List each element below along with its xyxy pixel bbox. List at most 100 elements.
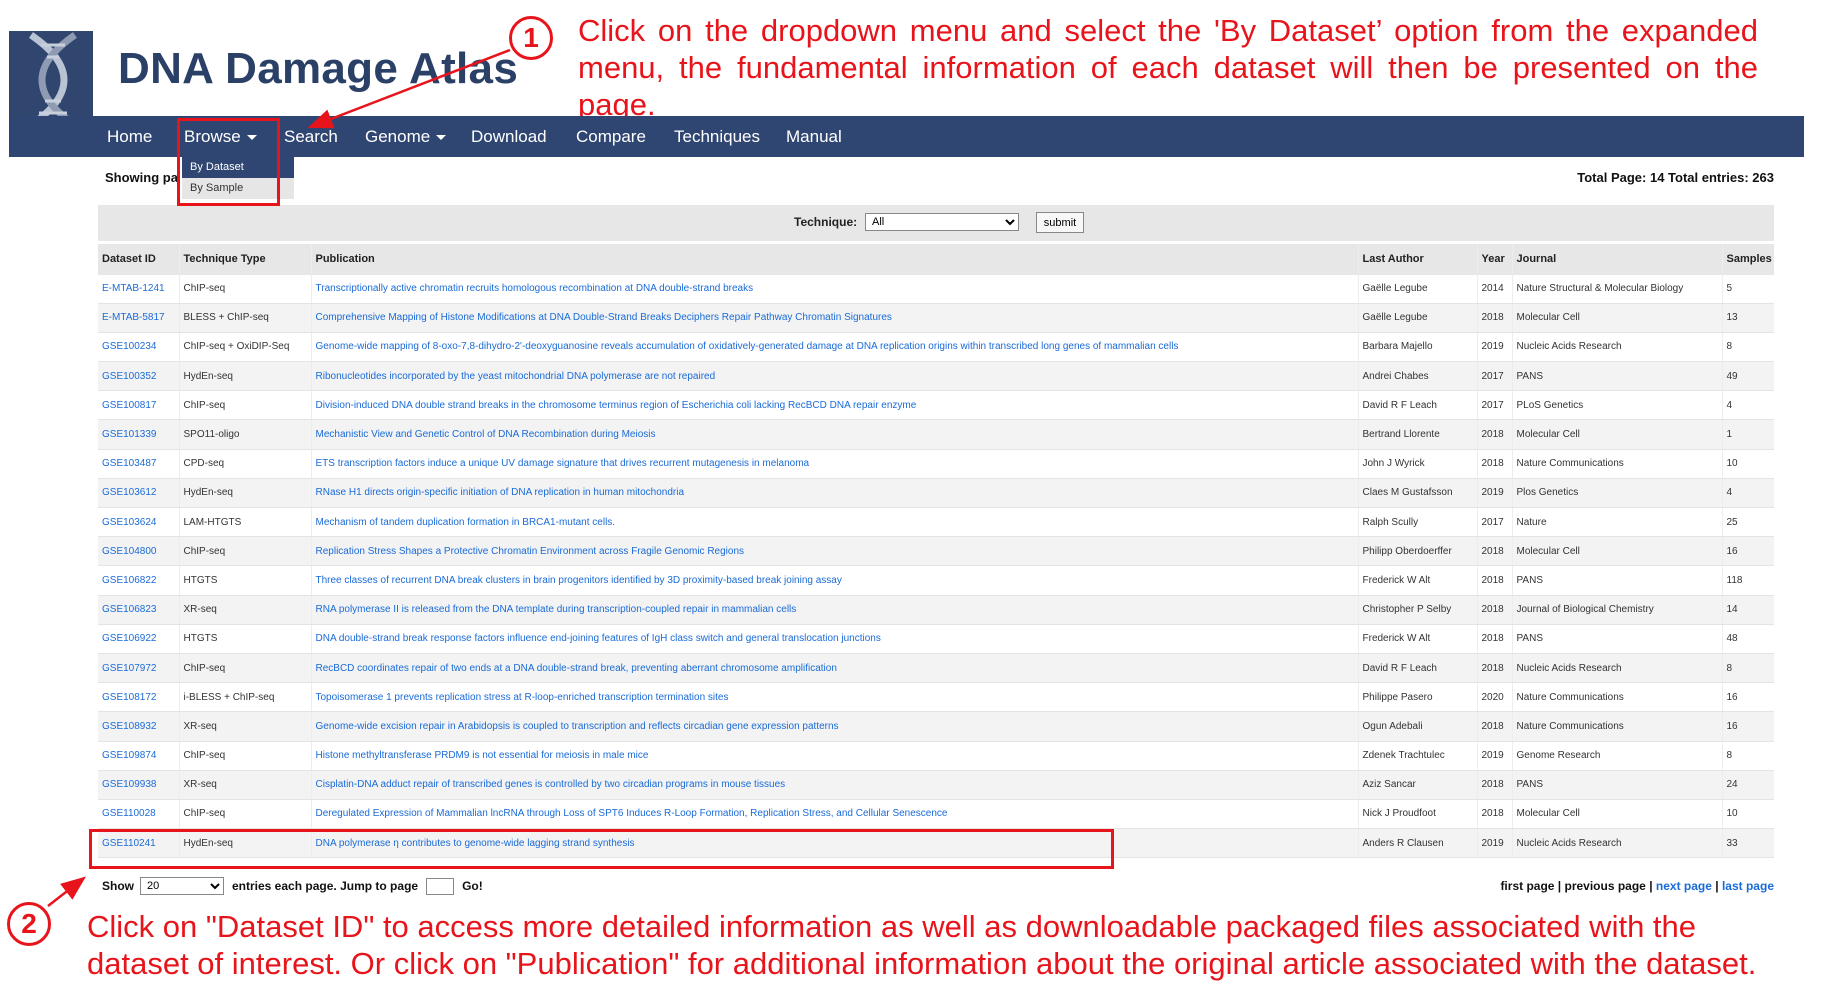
publication-link[interactable]: Mechanism of tandem duplication formatio… [316,517,616,528]
nav-home[interactable]: Home [107,116,152,157]
dataset-id-link[interactable]: GSE106922 [102,633,157,644]
table-row: GSE103487 CPD-seq ETS transcription factor… [98,449,1774,479]
nav-techniques[interactable]: Techniques [674,116,760,157]
nav-browse-dropdown[interactable]: Browse [184,116,257,157]
dataset-id-link[interactable]: GSE101339 [102,429,157,440]
table-cell: Molecular Cell [1511,536,1722,567]
dataset-id-link[interactable]: GSE109938 [102,779,157,790]
table-cell: Genome-wide mapping of 8-oxo-7,8-dihydro… [310,332,1358,363]
table-cell: 2019 [1476,332,1512,363]
show-label: Show [102,879,134,893]
table-cell: Deregulated Expression of Mammalian lncR… [310,799,1358,830]
table-cell: 2017 [1476,507,1512,538]
table-row: GSE110028 ChIP-seq Deregulated Expression … [98,799,1774,830]
dataset-id-link[interactable]: GSE103624 [102,517,157,528]
nav-manual[interactable]: Manual [786,116,842,157]
dataset-id-link[interactable]: GSE109874 [102,750,157,761]
menu-item-by-sample[interactable]: By Sample [182,178,294,199]
dataset-id-link[interactable]: GSE104800 [102,546,157,557]
table-cell: E-MTAB-5817 [98,303,179,333]
nav-search[interactable]: Search [284,116,338,157]
table-cell: 4 [1721,390,1774,421]
publication-link[interactable]: Comprehensive Mapping of Histone Modific… [316,312,892,323]
table-cell: GSE100234 [98,332,179,363]
first-page-link[interactable]: first page [1500,879,1554,893]
publication-link[interactable]: Ribonucleotides incorporated by the yeas… [316,371,716,382]
table-cell: ETS transcription factors induce a uniqu… [310,449,1358,479]
publication-link[interactable]: Deregulated Expression of Mammalian lncR… [316,808,948,819]
table-cell: 2018 [1476,711,1512,742]
technique-select[interactable]: All [865,213,1019,231]
entries-per-page-select[interactable]: 20 [140,877,224,895]
publication-link[interactable]: RNA polymerase II is released from the D… [316,604,797,615]
publication-link[interactable]: Three classes of recurrent DNA break clu… [316,575,842,586]
publication-link[interactable]: DNA polymerase η contributes to genome-w… [316,838,635,849]
publication-link[interactable]: Cisplatin-DNA adduct repair of transcrib… [316,779,786,790]
nav-browse-label: Browse [184,127,241,146]
dataset-id-link[interactable]: GSE106823 [102,604,157,615]
publication-link[interactable]: Histone methyltransferase PRDM9 is not e… [316,750,649,761]
publication-link[interactable]: Division-induced DNA double strand break… [316,400,917,411]
table-cell: Plos Genetics [1511,478,1722,509]
publication-link[interactable]: Genome-wide mapping of 8-oxo-7,8-dihydro… [316,341,1179,352]
nav-download[interactable]: Download [471,116,547,157]
table-cell: HydEn-seq [178,828,311,859]
dataset-id-link[interactable]: GSE107972 [102,663,157,674]
dataset-id-link[interactable]: GSE103612 [102,487,157,498]
dataset-id-link[interactable]: GSE110241 [102,838,156,849]
publication-link[interactable]: Topoisomerase 1 prevents replication str… [316,692,729,703]
publication-link[interactable]: Genome-wide excision repair in Arabidops… [316,721,839,732]
dataset-id-link[interactable]: E-MTAB-5817 [102,312,165,323]
table-cell: 2018 [1476,419,1512,450]
table-cell: Zdenek Trachtulec [1357,741,1477,771]
dataset-id-link[interactable]: GSE106822 [102,575,157,586]
table-row: GSE101339 SPO11-oligo Mechanistic View and… [98,419,1774,450]
table-cell: Topoisomerase 1 prevents replication str… [310,682,1358,713]
table-cell: 2018 [1476,624,1512,654]
caret-down-icon [246,135,257,141]
table-cell: Gaëlle Legube [1357,274,1477,304]
table-cell: 8 [1721,741,1774,771]
dataset-id-link[interactable]: GSE110028 [102,808,156,819]
nav-compare[interactable]: Compare [576,116,646,157]
table-row: GSE107972 ChIP-seq RecBCD coordinates repa… [98,653,1774,684]
table-cell: ChIP-seq [178,653,311,684]
publication-link[interactable]: Replication Stress Shapes a Protective C… [316,546,745,557]
table-cell: 2019 [1476,478,1512,509]
nav-genome-dropdown[interactable]: Genome [365,116,447,157]
publication-link[interactable]: ETS transcription factors induce a uniqu… [316,458,810,469]
submit-button[interactable]: submit [1036,212,1084,233]
technique-filter-bar: Technique: All submit [98,205,1774,241]
table-cell: GSE108172 [98,682,179,713]
dataset-id-link[interactable]: GSE108172 [102,692,157,703]
step-1-instruction: Click on the dropdown menu and select th… [578,13,1758,122]
table-cell: XR-seq [178,711,311,742]
table-row: GSE103612 HydEn-seq RNase H1 directs origi… [98,478,1774,509]
dataset-id-link[interactable]: GSE100352 [102,371,157,382]
table-cell: GSE106823 [98,595,179,625]
table-row: GSE109874 ChIP-seq Histone methyltransfera… [98,741,1774,771]
pagination-links: first page | previous page | next page |… [1500,879,1774,893]
jump-page-input[interactable] [426,877,455,895]
go-button[interactable]: Go! [462,879,483,893]
dataset-id-link[interactable]: GSE108932 [102,721,157,732]
publication-link[interactable]: Mechanistic View and Genetic Control of … [316,429,656,440]
table-cell: 2018 [1476,449,1512,479]
publication-link[interactable]: Transcriptionally active chromatin recru… [316,283,754,294]
publication-link[interactable]: RNase H1 directs origin-specific initiat… [316,487,685,498]
publication-link[interactable]: RecBCD coordinates repair of two ends at… [316,663,837,674]
technique-filter-label: Technique: [794,215,858,229]
last-page-link[interactable]: last page [1722,879,1774,893]
next-page-link[interactable]: next page [1656,879,1712,893]
dataset-id-link[interactable]: E-MTAB-1241 [102,283,165,294]
previous-page-link[interactable]: previous page [1565,879,1646,893]
dataset-id-link[interactable]: GSE100817 [102,400,157,411]
dataset-id-link[interactable]: GSE100234 [102,341,157,352]
dataset-id-link[interactable]: GSE103487 [102,458,157,469]
table-cell: Genome-wide excision repair in Arabidops… [310,711,1358,742]
table-row: E-MTAB-1241 ChIP-seq Transcriptionally act… [98,274,1774,304]
table-cell: Philipp Oberdoerffer [1357,536,1477,567]
menu-item-by-dataset[interactable]: By Dataset [182,157,294,178]
publication-link[interactable]: DNA double-strand break response factors… [316,633,881,644]
table-cell: Philippe Pasero [1357,682,1477,713]
